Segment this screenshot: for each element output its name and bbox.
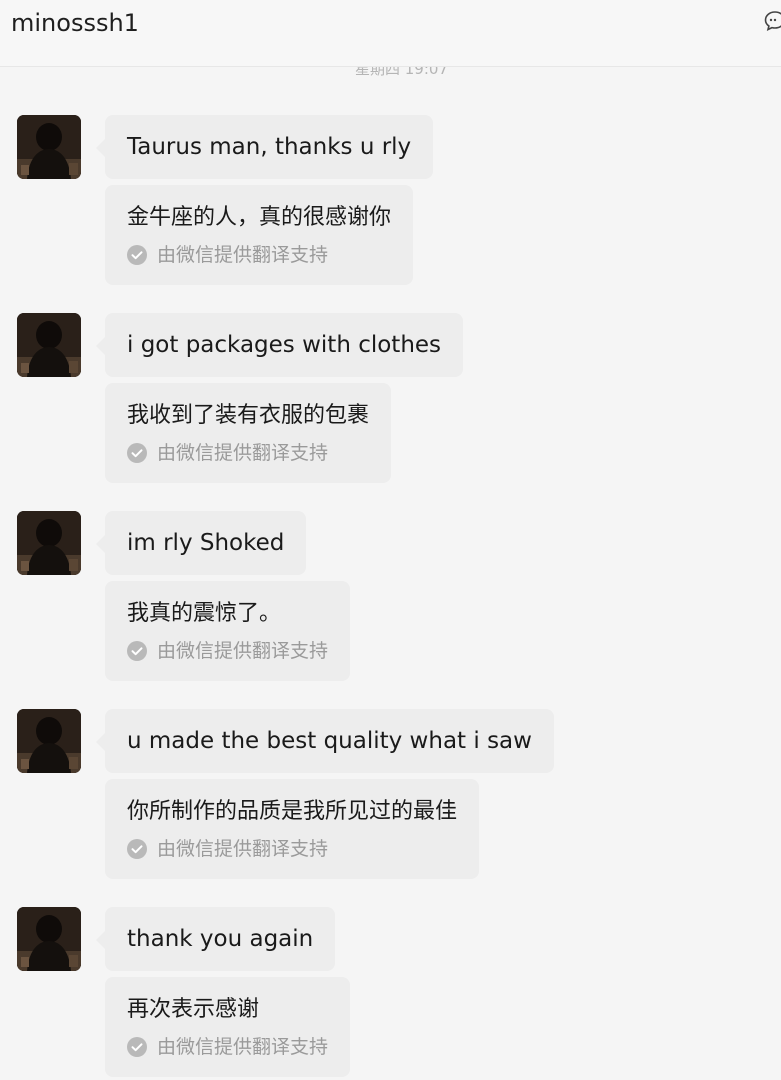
translation-text: 我真的震惊了。 <box>127 601 282 626</box>
translation-note: 由微信提供翻译支持 <box>127 1035 328 1059</box>
avatar-photo <box>17 907 81 971</box>
message-bubble[interactable]: Taurus man, thanks u rly <box>95 115 434 179</box>
translation-note-text: 由微信提供翻译支持 <box>157 1036 329 1058</box>
translation-text: 再次表示感谢 <box>127 997 260 1022</box>
translation-note: 由微信提供翻译支持 <box>127 441 369 465</box>
avatar-photo <box>17 709 81 773</box>
translation-note: 由微信提供翻译支持 <box>127 837 457 861</box>
avatar[interactable] <box>17 115 81 179</box>
translation-note: 由微信提供翻译支持 <box>127 243 391 267</box>
avatar-photo <box>17 511 81 575</box>
check-circle-icon <box>127 1037 147 1057</box>
message-bubble[interactable]: thank you again <box>95 907 336 971</box>
translation-bubble[interactable]: 你所制作的品质是我所见过的最佳 由微信提供翻译支持 <box>105 779 480 879</box>
translation-text: 我收到了装有衣服的包裹 <box>127 403 370 428</box>
translation-bubble[interactable]: 再次表示感谢 由微信提供翻译支持 <box>105 977 351 1077</box>
check-circle-icon <box>127 839 147 859</box>
check-circle-icon <box>127 443 147 463</box>
translation-note-text: 由微信提供翻译支持 <box>157 244 329 266</box>
message-bubble[interactable]: u made the best quality what i saw <box>96 709 554 773</box>
translation-text: 你所制作的品质是我所见过的最佳 <box>127 799 458 824</box>
avatar-photo <box>17 115 81 179</box>
check-circle-icon <box>127 641 147 661</box>
avatar-photo <box>17 313 81 377</box>
chat-bubble-icon[interactable] <box>763 9 781 33</box>
message-bubble[interactable]: im rly Shoked <box>95 511 307 575</box>
translation-note: 由微信提供翻译支持 <box>127 639 328 663</box>
avatar[interactable] <box>17 709 81 773</box>
translation-note-text: 由微信提供翻译支持 <box>157 640 329 662</box>
avatar[interactable] <box>17 907 81 971</box>
avatar[interactable] <box>17 313 81 377</box>
translation-note-text: 由微信提供翻译支持 <box>157 442 329 464</box>
translation-bubble[interactable]: 金牛座的人，真的很感谢你 由微信提供翻译支持 <box>105 185 414 285</box>
translation-text: 金牛座的人，真的很感谢你 <box>127 205 392 230</box>
check-circle-icon <box>127 245 147 265</box>
message-bubble[interactable]: i got packages with clothes <box>95 313 464 377</box>
translation-bubble[interactable]: 我真的震惊了。 由微信提供翻译支持 <box>105 581 351 681</box>
chat-window: minosssh1 星期四 19:07 Taurus man, thanks u… <box>0 0 781 1080</box>
translation-bubble[interactable]: 我收到了装有衣服的包裹 由微信提供翻译支持 <box>105 383 392 483</box>
chat-header: minosssh1 <box>0 0 781 67</box>
translation-note-text: 由微信提供翻译支持 <box>157 838 329 860</box>
avatar[interactable] <box>17 511 81 575</box>
chat-title: minosssh1 <box>11 9 139 37</box>
